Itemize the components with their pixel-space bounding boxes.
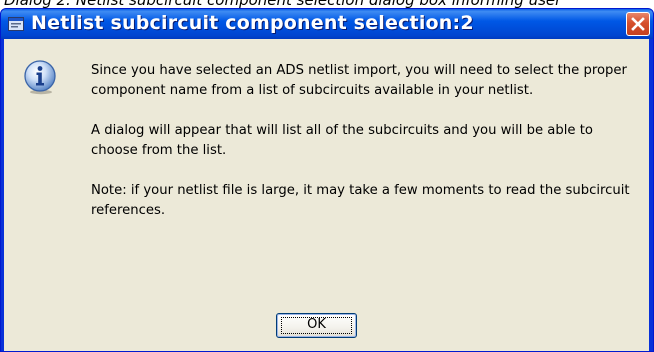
- message-paragraph-3: Note: if your netlist file is large, it …: [91, 183, 630, 218]
- information-icon: [24, 60, 56, 95]
- ok-button-label: OK: [307, 317, 326, 332]
- close-button[interactable]: [626, 12, 650, 36]
- ok-button[interactable]: OK: [276, 313, 357, 338]
- window-title: Netlist subcircuit component selection:2: [31, 12, 474, 34]
- window-app-icon: [8, 17, 24, 31]
- close-icon: [631, 17, 645, 31]
- message-text: Since you have selected an ADS netlist i…: [91, 61, 641, 241]
- screenshot-root: Dialog 2: Netlist subcircuit component s…: [0, 0, 654, 352]
- netlist-dialog: Netlist subcircuit component selection:2: [0, 8, 654, 352]
- message-paragraph-2: A dialog will appear that will list all …: [91, 123, 593, 158]
- dialog-body: Since you have selected an ADS netlist i…: [4, 39, 649, 351]
- title-bar[interactable]: Netlist subcircuit component selection:2: [1, 9, 653, 39]
- message-paragraph-1: Since you have selected an ADS netlist i…: [91, 63, 627, 98]
